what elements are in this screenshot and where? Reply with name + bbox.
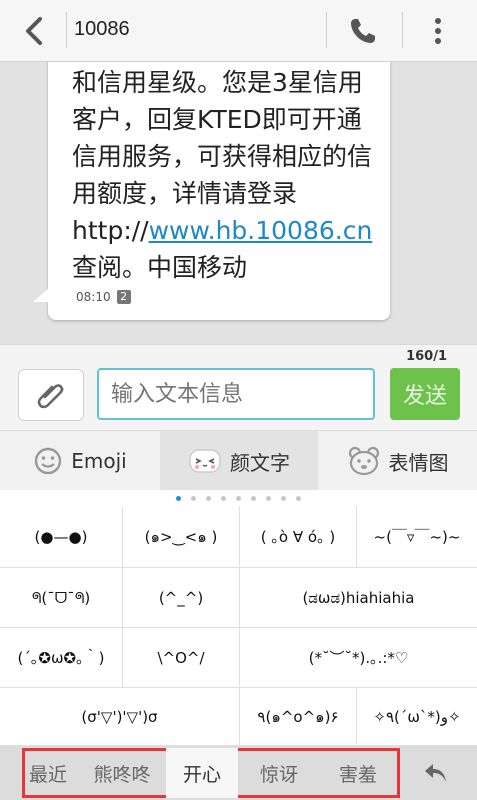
message-time: 08:10 (76, 290, 111, 304)
category-happy[interactable]: 开心 (166, 748, 238, 798)
message-link[interactable]: www.hb.10086.cn (149, 216, 373, 245)
call-button[interactable] (343, 12, 383, 50)
kaomoji-item[interactable]: ~(￣▿￣~)~ (357, 506, 477, 568)
attach-button[interactable] (18, 369, 84, 421)
kaomoji-item[interactable]: \^O^/ (123, 628, 240, 688)
back-button[interactable] (14, 12, 54, 50)
undo-button[interactable] (414, 756, 458, 790)
action-bar: 10086 (0, 0, 477, 62)
kaomoji-item[interactable]: (*˘︶˘*).｡.:*♡ (240, 628, 477, 688)
conversation-view[interactable]: 和信用星级。您是3星信用客户，回复KTED即可开通信用服务，可获得相应的信用额度… (0, 62, 477, 344)
page-dot (266, 495, 271, 501)
undo-icon (425, 764, 446, 782)
page-dot (281, 495, 286, 501)
send-button[interactable]: 发送 (390, 368, 460, 420)
back-arrow-icon (26, 17, 42, 45)
page-dot (221, 495, 226, 501)
overflow-menu-icon (435, 18, 441, 44)
page-dot (296, 495, 301, 501)
page-dot (191, 495, 196, 501)
message-bubble[interactable]: 和信用星级。您是3星信用客户，回复KTED即可开通信用服务，可获得相应的信用额度… (48, 62, 390, 320)
kaomoji-face-icon (189, 449, 221, 473)
tab-stickers-label: 表情图 (388, 450, 449, 475)
kaomoji-item[interactable]: ٩(๑^o^๑)۶ (240, 688, 357, 746)
header-divider (66, 12, 67, 48)
tab-kaomoji[interactable]: 颜文字 (160, 431, 318, 491)
composer: 160/1 发送 (0, 344, 477, 430)
overflow-menu-button[interactable] (420, 12, 456, 50)
kaomoji-grid: (●—●) (๑>‿<๑ ) ( ｡ò ∀ ó｡ ) ~(￣▿￣~)~ ᖗ(¯ᗜ… (0, 506, 477, 746)
kaomoji-item[interactable]: (^_^) (123, 568, 240, 628)
page-dot (251, 495, 256, 501)
page-indicator (0, 490, 477, 506)
header-divider (326, 12, 327, 48)
sim-badge: 2 (116, 290, 131, 304)
kaomoji-item[interactable]: ᖗ(¯ᗜ¯ᖗ) (0, 568, 123, 628)
smiley-icon (35, 447, 62, 475)
emoji-tabbar: Emoji 颜文字 表情图 (0, 430, 477, 491)
tab-stickers[interactable]: 表情图 (318, 431, 477, 491)
category-shy[interactable]: 害羞 (320, 748, 396, 798)
message-meta: 08:10 2 (76, 290, 131, 304)
page-dot (206, 495, 211, 501)
kaomoji-item[interactable]: (ಡωಡ)hiahiahia (240, 568, 477, 628)
tab-emoji-label: Emoji (71, 449, 127, 473)
page-dot (236, 495, 241, 501)
kaomoji-item[interactable]: ( ｡ò ∀ ó｡ ) (240, 506, 357, 568)
category-surprised[interactable]: 惊讶 (242, 748, 316, 798)
bubble-tail (33, 288, 49, 302)
kaomoji-item[interactable]: ✧٩(ˊωˋ*)و✧ (357, 688, 477, 746)
category-bear[interactable]: 熊咚咚 (80, 748, 164, 798)
tab-emoji[interactable]: Emoji (0, 431, 160, 491)
message-input[interactable] (97, 368, 375, 420)
char-counter: 160/1 (406, 349, 447, 364)
kaomoji-item[interactable]: (´｡✪ω✪｡｀) (0, 628, 123, 688)
kaomoji-item[interactable]: (σ'▽')'▽')σ (0, 688, 240, 746)
kaomoji-item[interactable]: (๑>‿<๑ ) (123, 506, 240, 568)
page-title: 10086 (74, 18, 130, 40)
kaomoji-item[interactable]: (●—●) (0, 506, 123, 568)
paperclip-icon (37, 384, 64, 409)
category-recent[interactable]: 最近 (22, 748, 74, 798)
bear-face-icon (348, 446, 379, 476)
page-dot (176, 495, 181, 501)
phone-icon (351, 19, 375, 43)
message-body-end: 查阅。中国移动 (72, 253, 248, 282)
tab-kaomoji-label: 颜文字 (230, 450, 290, 475)
message-text: 和信用星级。您是3星信用客户，回复KTED即可开通信用服务，可获得相应的信用额度… (72, 64, 384, 286)
header-divider (402, 12, 403, 48)
